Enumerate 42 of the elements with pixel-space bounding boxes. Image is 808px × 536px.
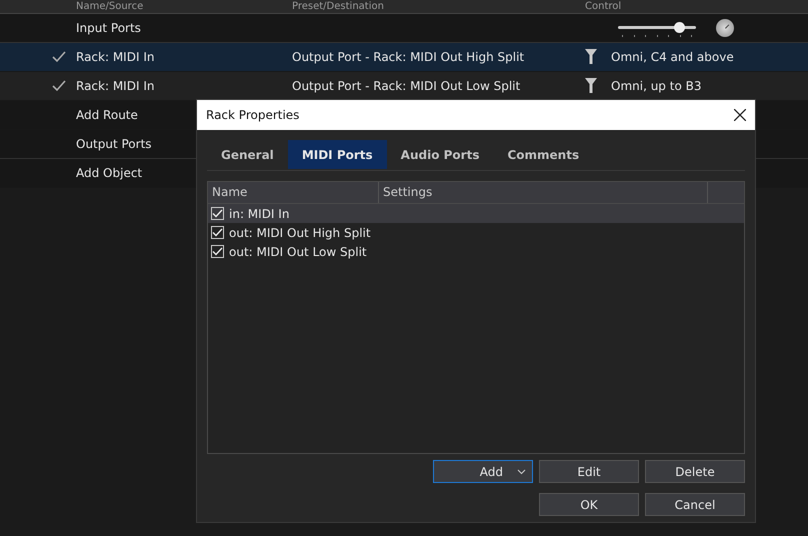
knob[interactable] [716, 19, 734, 37]
row-destination: Output Port - Rack: MIDI Out Low Split [292, 79, 522, 93]
add-dropdown-button[interactable]: Add [433, 460, 533, 483]
port-name: out: MIDI Out Low Split [229, 244, 367, 258]
filter-icon [585, 78, 597, 94]
column-header: Settings [379, 182, 708, 203]
column-header: Name/Source [76, 0, 144, 12]
port-name: in: MIDI In [229, 206, 290, 220]
checkbox[interactable] [211, 245, 224, 258]
checkbox[interactable] [211, 226, 224, 239]
list-row[interactable]: Rack: MIDI In Output Port - Rack: MIDI Out High Split Omni, C4 and above [0, 43, 808, 72]
row-name: Input Ports [76, 21, 141, 35]
row-name: Add Route [76, 108, 138, 122]
port-name: out: MIDI Out High Split [229, 226, 371, 240]
column-header: Name [208, 182, 379, 203]
tab[interactable]: Audio Ports [386, 140, 494, 169]
port-row[interactable]: out: MIDI Out Low Split [208, 242, 744, 261]
checkbox[interactable] [211, 207, 224, 220]
column-header: Control [585, 0, 622, 12]
row-control: Omni, up to B3 [611, 79, 702, 93]
row-name: Add Object [76, 166, 142, 180]
dialog-button[interactable]: Cancel [645, 493, 745, 516]
port-row[interactable]: in: MIDI In [208, 204, 744, 223]
row-destination: Output Port - Rack: MIDI Out High Split [292, 50, 526, 64]
row-name: Rack: MIDI In [76, 50, 156, 64]
close-icon[interactable] [734, 109, 746, 121]
dialog-button[interactable]: OK [539, 493, 639, 516]
tab[interactable]: General [207, 140, 288, 169]
dialog-button[interactable]: Edit [539, 460, 639, 483]
filter-icon [585, 49, 597, 65]
row-control: Omni, C4 and above [611, 50, 734, 64]
column-header: Preset/Destination [292, 0, 385, 12]
dialog-button[interactable]: Delete [645, 460, 745, 483]
caret-icon [517, 468, 526, 474]
tab[interactable]: Comments [493, 140, 594, 169]
port-row[interactable]: out: MIDI Out High Split [208, 223, 744, 242]
list-row[interactable]: Input Ports [0, 14, 808, 43]
tab[interactable]: MIDI Ports [288, 140, 387, 169]
dialog-title: Rack Properties [206, 108, 300, 122]
row-name: Output Ports [76, 137, 152, 151]
list-row[interactable]: Rack: MIDI In Output Port - Rack: MIDI Out Low Split Omni, up to B3 [0, 72, 808, 101]
row-name: Rack: MIDI In [76, 79, 156, 93]
